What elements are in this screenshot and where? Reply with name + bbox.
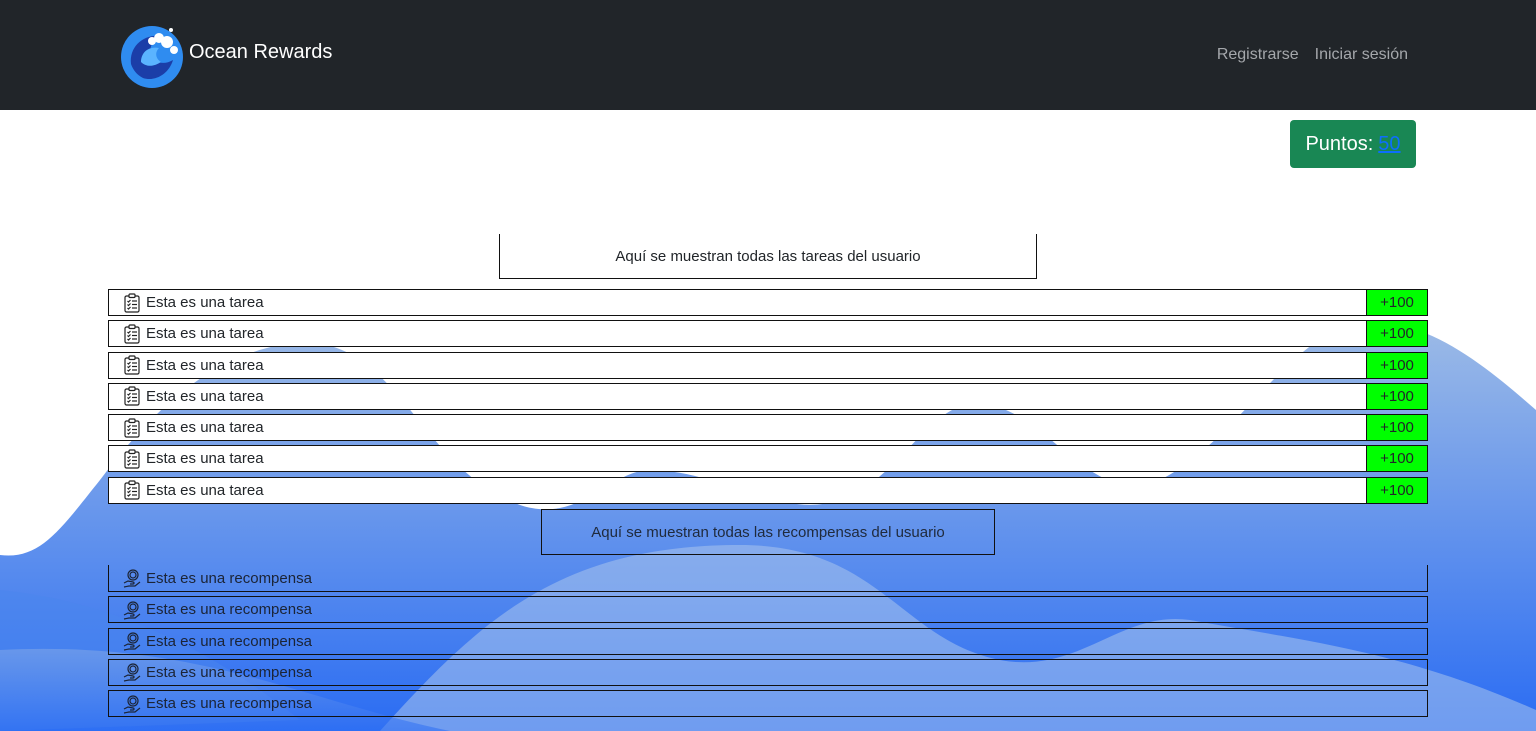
task-list: Esta es una tarea +100 Esta es una tarea +… bbox=[108, 289, 1428, 508]
task-label: Esta es una tarea bbox=[146, 325, 264, 343]
reward-label: Esta es una recompensa bbox=[146, 569, 312, 587]
task-label: Esta es una tarea bbox=[146, 450, 264, 468]
task-reward-badge: +100 bbox=[1366, 477, 1427, 503]
reward-list: Esta es una recompensa Esta es una recom… bbox=[108, 565, 1428, 721]
task-row[interactable]: Esta es una tarea +100 bbox=[108, 382, 1428, 410]
task-reward-badge: +100 bbox=[1366, 446, 1427, 472]
reward-label: Esta es una recompensa bbox=[146, 695, 312, 713]
ocean-wave-logo-icon bbox=[121, 26, 183, 88]
hand-coin-icon bbox=[123, 663, 141, 682]
task-label: Esta es una tarea bbox=[146, 356, 264, 374]
task-reward-badge: +100 bbox=[1366, 290, 1427, 315]
clipboard-checklist-icon bbox=[124, 480, 140, 500]
clipboard-checklist-icon bbox=[124, 449, 140, 469]
clipboard-checklist-icon bbox=[124, 418, 140, 438]
hand-coin-icon bbox=[123, 601, 141, 620]
reward-label: Esta es una recompensa bbox=[146, 601, 312, 619]
hand-coin-icon bbox=[123, 569, 141, 588]
task-label: Esta es una tarea bbox=[146, 419, 264, 437]
task-label: Esta es una tarea bbox=[146, 387, 264, 405]
hand-coin-icon bbox=[123, 632, 141, 651]
clipboard-checklist-icon bbox=[124, 355, 140, 375]
task-row[interactable]: Esta es una tarea +100 bbox=[108, 476, 1428, 504]
reward-row[interactable]: Esta es una recompensa bbox=[108, 627, 1428, 655]
tasks-section-title: Aquí se muestran todas las tareas del us… bbox=[499, 234, 1037, 279]
brand-link[interactable]: Ocean Rewards bbox=[119, 22, 332, 88]
task-row[interactable]: Esta es una tarea +100 bbox=[108, 351, 1428, 379]
reward-row[interactable]: Esta es una recompensa bbox=[108, 596, 1428, 624]
brand-name: Ocean Rewards bbox=[189, 40, 333, 63]
reward-label: Esta es una recompensa bbox=[146, 663, 312, 681]
reward-row[interactable]: Esta es una recompensa bbox=[108, 565, 1428, 592]
task-label: Esta es una tarea bbox=[146, 294, 264, 311]
login-link[interactable]: Iniciar sesión bbox=[1315, 46, 1408, 64]
task-row[interactable]: Esta es una tarea +100 bbox=[108, 414, 1428, 442]
task-row[interactable]: Esta es una tarea +100 bbox=[108, 289, 1428, 316]
task-row[interactable]: Esta es una tarea +100 bbox=[108, 445, 1428, 473]
reward-label: Esta es una recompensa bbox=[146, 632, 312, 650]
task-label: Esta es una tarea bbox=[146, 481, 264, 499]
rewards-section-title: Aquí se muestran todas las recompensas d… bbox=[541, 509, 995, 555]
hand-coin-icon bbox=[123, 695, 141, 714]
task-reward-badge: +100 bbox=[1366, 383, 1427, 409]
nav-links: Registrarse Iniciar sesión bbox=[1217, 46, 1408, 64]
points-value[interactable]: 50 bbox=[1378, 133, 1400, 156]
task-reward-badge: +100 bbox=[1366, 321, 1427, 347]
reward-row[interactable]: Esta es una recompensa bbox=[108, 658, 1428, 686]
task-row[interactable]: Esta es una tarea +100 bbox=[108, 320, 1428, 348]
top-navbar: Ocean Rewards Registrarse Iniciar sesión bbox=[0, 0, 1536, 110]
clipboard-checklist-icon bbox=[124, 386, 140, 406]
task-reward-badge: +100 bbox=[1366, 415, 1427, 441]
clipboard-checklist-icon bbox=[124, 292, 140, 313]
points-label: Puntos: bbox=[1305, 132, 1374, 155]
reward-row[interactable]: Esta es una recompensa bbox=[108, 690, 1428, 718]
clipboard-checklist-icon bbox=[124, 324, 140, 344]
register-link[interactable]: Registrarse bbox=[1217, 46, 1299, 64]
points-badge[interactable]: Puntos: 50 bbox=[1290, 120, 1416, 168]
task-reward-badge: +100 bbox=[1366, 352, 1427, 378]
